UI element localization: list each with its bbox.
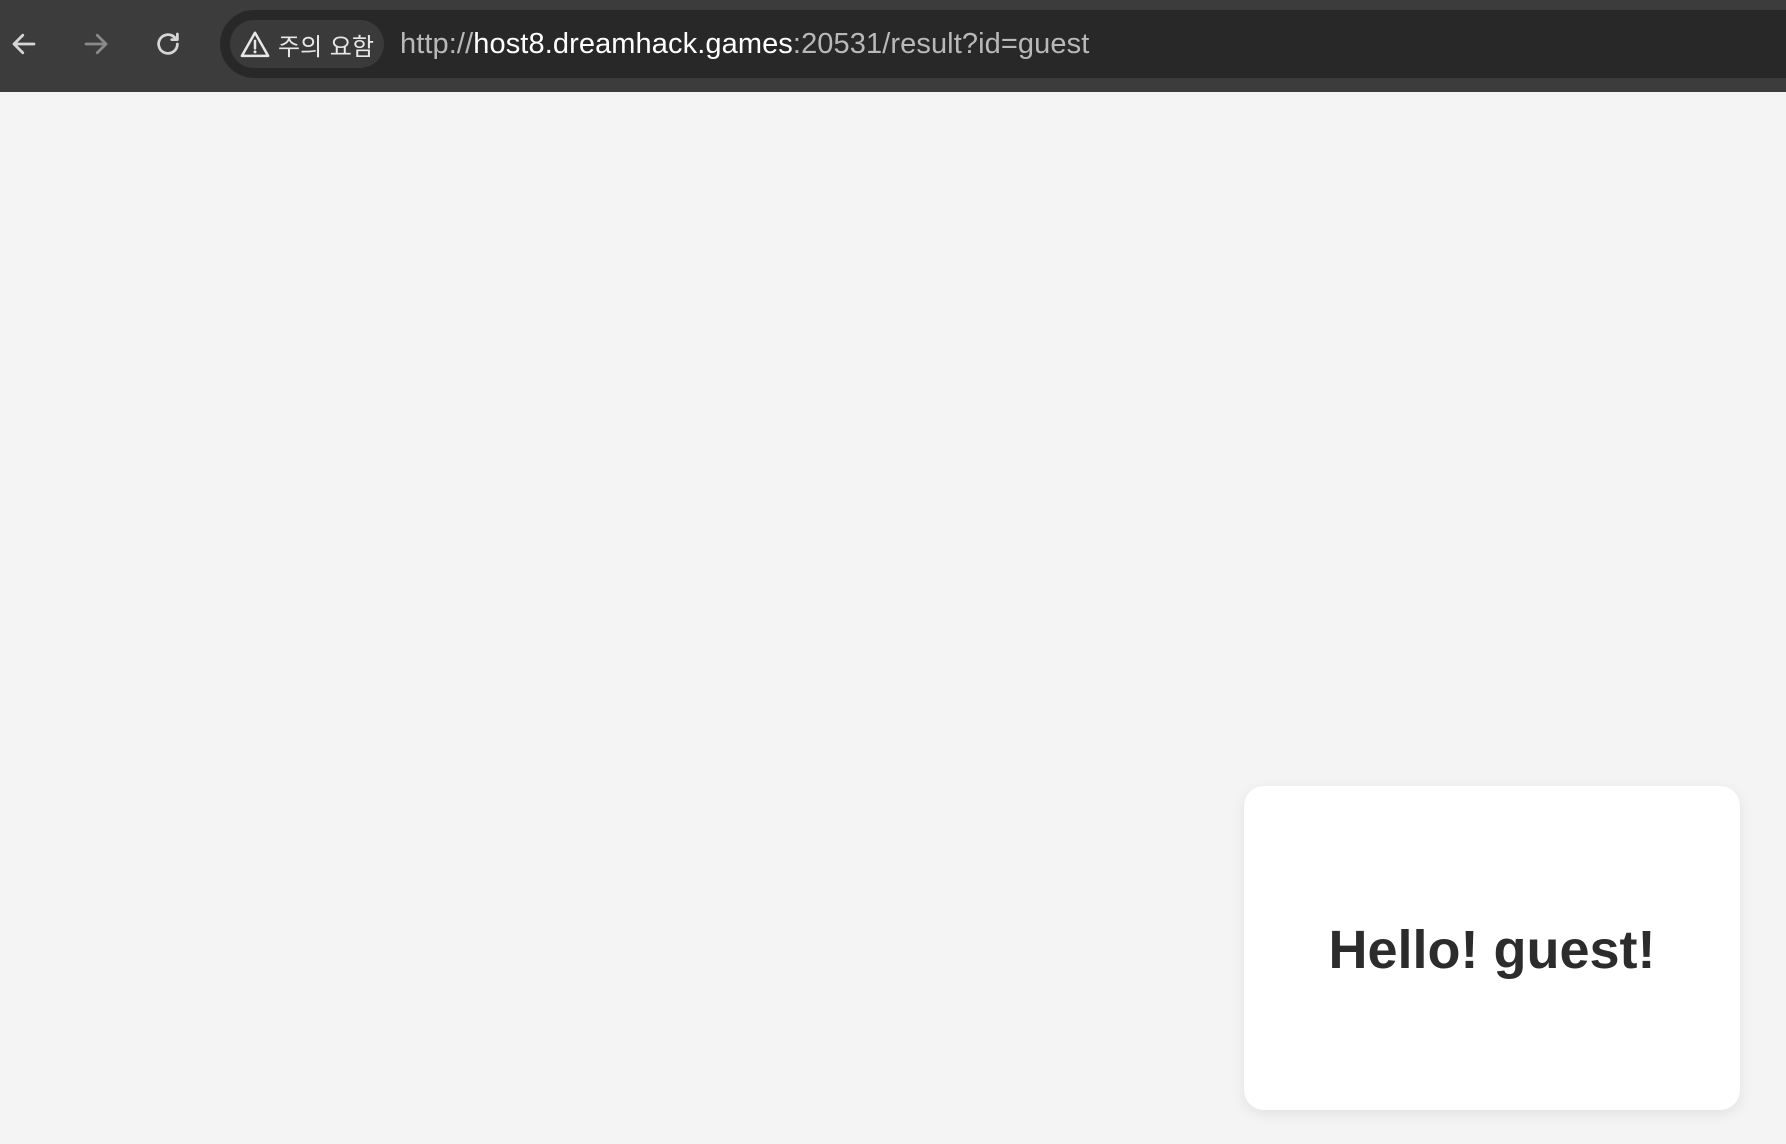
arrow-left-icon bbox=[12, 33, 36, 55]
url-scheme: http:// bbox=[400, 27, 474, 60]
url-text[interactable]: http://host8.dreamhack.games:20531/resul… bbox=[400, 10, 1089, 78]
warning-triangle-icon bbox=[240, 31, 270, 58]
arrow-right-icon bbox=[84, 33, 108, 55]
url-host: host8.dreamhack.games bbox=[473, 27, 793, 60]
url-path: :20531/result?id=guest bbox=[792, 27, 1090, 60]
address-bar[interactable]: 주의 요함 http://host8.dreamhack.games:20531… bbox=[220, 10, 1786, 78]
security-label: 주의 요함 bbox=[278, 32, 374, 61]
greeting-card: Hello! guest! bbox=[1244, 786, 1740, 1110]
browser-toolbar: 주의 요함 http://host8.dreamhack.games:20531… bbox=[0, 0, 1786, 92]
forward-button[interactable] bbox=[74, 22, 118, 66]
reload-button[interactable] bbox=[146, 22, 190, 66]
security-indicator[interactable]: 주의 요함 bbox=[230, 20, 384, 68]
back-button[interactable] bbox=[2, 22, 46, 66]
reload-icon bbox=[157, 32, 179, 55]
greeting-text: Hello! guest! bbox=[1328, 920, 1656, 980]
